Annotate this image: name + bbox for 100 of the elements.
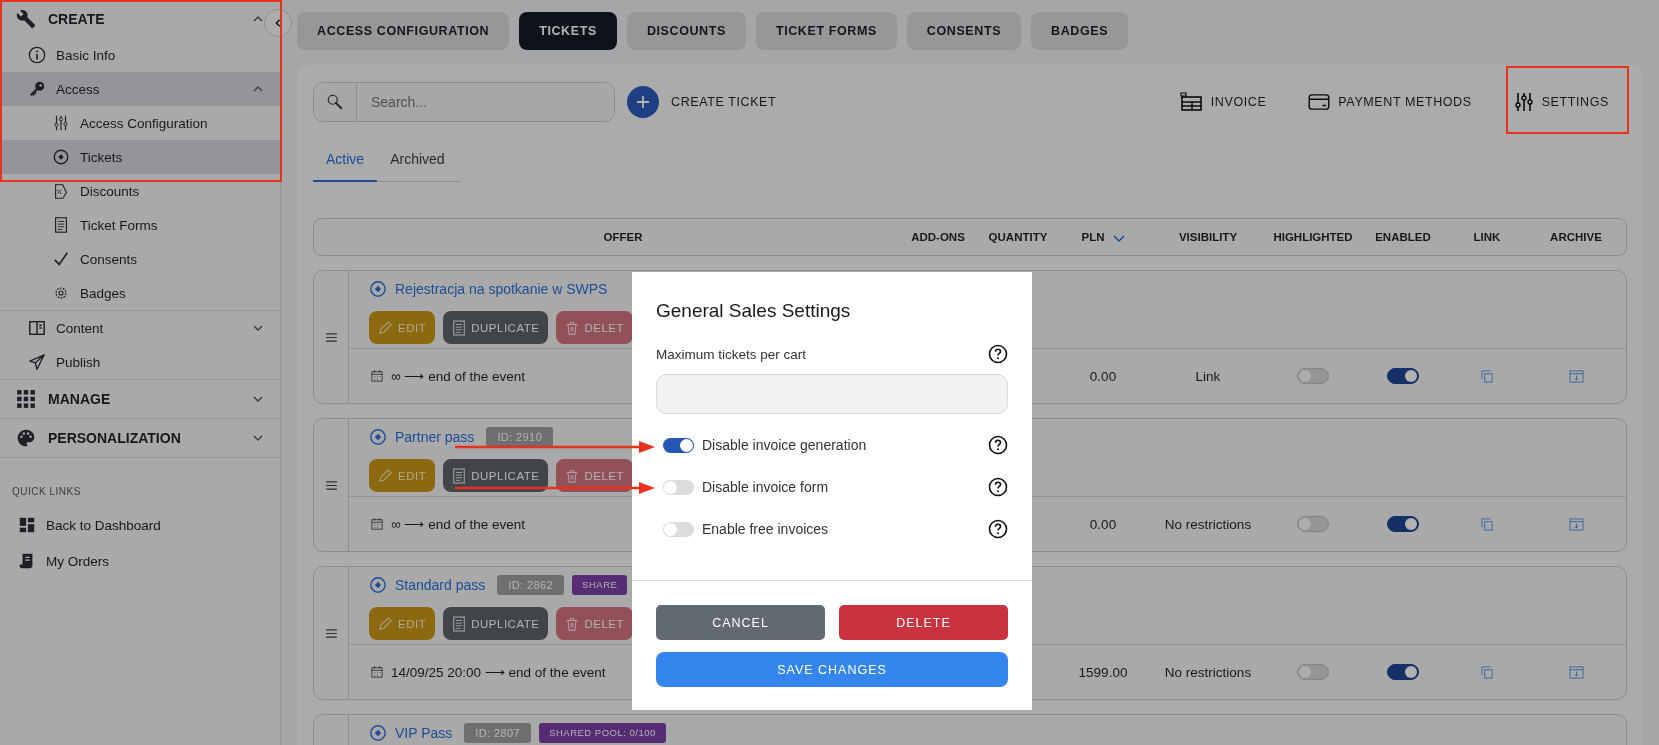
help-icon[interactable] — [988, 519, 1008, 539]
toggle-switch[interactable] — [663, 521, 694, 537]
archive-icon[interactable] — [1568, 665, 1584, 679]
nav-subitem[interactable]: Ticket Forms — [0, 208, 280, 242]
trash-icon — [565, 320, 580, 335]
dashboard-icon — [18, 516, 36, 534]
help-icon[interactable] — [988, 344, 1008, 364]
copy-icon[interactable] — [1480, 369, 1494, 383]
ticket-name[interactable]: Rejestracja na spotkanie w SWPS — [395, 281, 608, 297]
ticket-name[interactable]: VIP Pass — [395, 725, 453, 741]
highlighted-toggle[interactable] — [1297, 664, 1329, 680]
sliders-icon — [1513, 92, 1534, 112]
nav-item[interactable]: Content — [0, 311, 280, 345]
duplicate-button[interactable]: DUPLICATE — [443, 459, 549, 492]
highlighted-toggle[interactable] — [1297, 368, 1329, 384]
search-icon — [326, 93, 344, 111]
grid-icon — [16, 389, 36, 409]
ticket-icon — [369, 428, 387, 446]
quick-link[interactable]: Back to Dashboard — [0, 507, 280, 543]
ticket-name[interactable]: Standard pass — [395, 577, 486, 593]
nav-subitem[interactable]: Access Configuration — [0, 106, 280, 140]
save-changes-button[interactable]: SAVE CHANGES — [656, 652, 1008, 687]
document-icon — [452, 467, 467, 484]
toggle-switch[interactable] — [663, 437, 694, 453]
section-title: PERSONALIZATION — [48, 430, 182, 446]
price-text: 0.00 — [1088, 368, 1118, 384]
toggle-switch[interactable] — [663, 479, 694, 495]
wrench-icon — [16, 9, 36, 29]
toolbar-action[interactable]: PAYMENT METHODS — [1308, 94, 1472, 110]
trash-icon — [565, 468, 580, 483]
nav-item[interactable]: Basic Info — [0, 38, 280, 72]
nav-item[interactable]: Publish — [0, 345, 280, 379]
copy-icon[interactable] — [1480, 665, 1494, 679]
tab[interactable]: CONSENTS — [906, 12, 1022, 50]
nav-subitem[interactable]: Discounts — [0, 174, 280, 208]
tab[interactable]: TICKETS — [519, 12, 617, 50]
duplicate-button[interactable]: DUPLICATE — [443, 607, 549, 640]
archive-icon[interactable] — [1568, 517, 1584, 531]
sliders-icon — [52, 114, 70, 132]
column-header[interactable]: PLN — [1058, 231, 1148, 243]
pencil-icon — [378, 320, 393, 335]
calendar-icon — [371, 666, 383, 678]
ticket-name[interactable]: Partner pass — [395, 429, 475, 445]
drag-handle-icon[interactable] — [325, 480, 337, 490]
column-header: HIGHLIGHTED — [1272, 231, 1354, 243]
section-title: CREATE — [48, 11, 106, 27]
credit-card-icon — [1308, 94, 1331, 110]
drag-handle-icon[interactable] — [325, 628, 337, 638]
tab[interactable]: DISCOUNTS — [626, 12, 746, 50]
toolbar-action[interactable]: SETTINGS — [1513, 92, 1609, 112]
pencil-icon — [378, 468, 393, 483]
date-range: ∞ ⟶ end of the event — [391, 516, 525, 532]
create-ticket-button[interactable]: CREATE TICKET — [627, 86, 777, 118]
enabled-toggle[interactable] — [1387, 664, 1419, 680]
cancel-button[interactable]: CANCEL — [656, 605, 825, 640]
archive-icon[interactable] — [1568, 369, 1584, 383]
key-icon — [28, 80, 46, 98]
filter-tab[interactable]: Archived — [377, 139, 458, 182]
drag-handle-icon[interactable] — [325, 332, 337, 342]
column-header: VISIBILITY — [1177, 231, 1239, 243]
tab[interactable]: BADGES — [1031, 12, 1129, 50]
input-field[interactable] — [656, 374, 1008, 414]
quick-links-heading: QUICK LINKS — [11, 485, 82, 499]
document-icon — [452, 615, 467, 632]
gear-icon — [52, 284, 70, 302]
id-badge: ID: 2807 — [464, 723, 532, 743]
nav-subitem[interactable]: Consents — [0, 242, 280, 276]
pencil-icon — [378, 616, 393, 631]
help-icon[interactable] — [988, 435, 1008, 455]
highlighted-toggle[interactable] — [1297, 516, 1329, 532]
enabled-toggle[interactable] — [1387, 516, 1419, 532]
enabled-toggle[interactable] — [1387, 368, 1419, 384]
trash-icon — [565, 616, 580, 631]
tag-icon — [52, 182, 70, 200]
delete-button[interactable]: DELETE — [839, 605, 1008, 640]
section-header[interactable]: PERSONALIZATION — [0, 419, 280, 457]
dialog-title: General Sales Settings — [656, 300, 852, 322]
duplicate-button[interactable]: DUPLICATE — [443, 311, 549, 344]
visibility-text: Link — [1194, 368, 1222, 384]
filter-tab[interactable]: Active — [313, 139, 378, 182]
document-icon — [452, 319, 467, 336]
shared-pool-badge: SHARED POOL: 0/100 — [539, 723, 666, 743]
quick-link[interactable]: My Orders — [0, 543, 280, 579]
tab[interactable]: ACCESS CONFIGURATION — [297, 12, 510, 50]
chevron-left-icon — [273, 18, 283, 28]
nav-subitem[interactable]: Badges — [0, 276, 280, 310]
help-icon[interactable] — [988, 477, 1008, 497]
toolbar-action[interactable]: INVOICE — [1178, 92, 1267, 112]
column-header: ADD-ONS — [910, 231, 966, 243]
copy-icon[interactable] — [1480, 517, 1494, 531]
section-header[interactable]: MANAGE — [0, 380, 280, 418]
id-badge: ID: 2862 — [497, 575, 565, 595]
nav-subitem[interactable]: Tickets — [0, 140, 280, 174]
search-input[interactable]: Search... — [357, 83, 614, 121]
nav-item[interactable]: Access — [0, 72, 280, 106]
visibility-text: No restrictions — [1163, 664, 1253, 680]
search-field[interactable]: Search... — [313, 82, 615, 122]
tab[interactable]: TICKET FORMS — [755, 12, 897, 50]
toggle-label: Enable free invoices — [702, 521, 830, 537]
checkmark-icon — [52, 250, 70, 268]
